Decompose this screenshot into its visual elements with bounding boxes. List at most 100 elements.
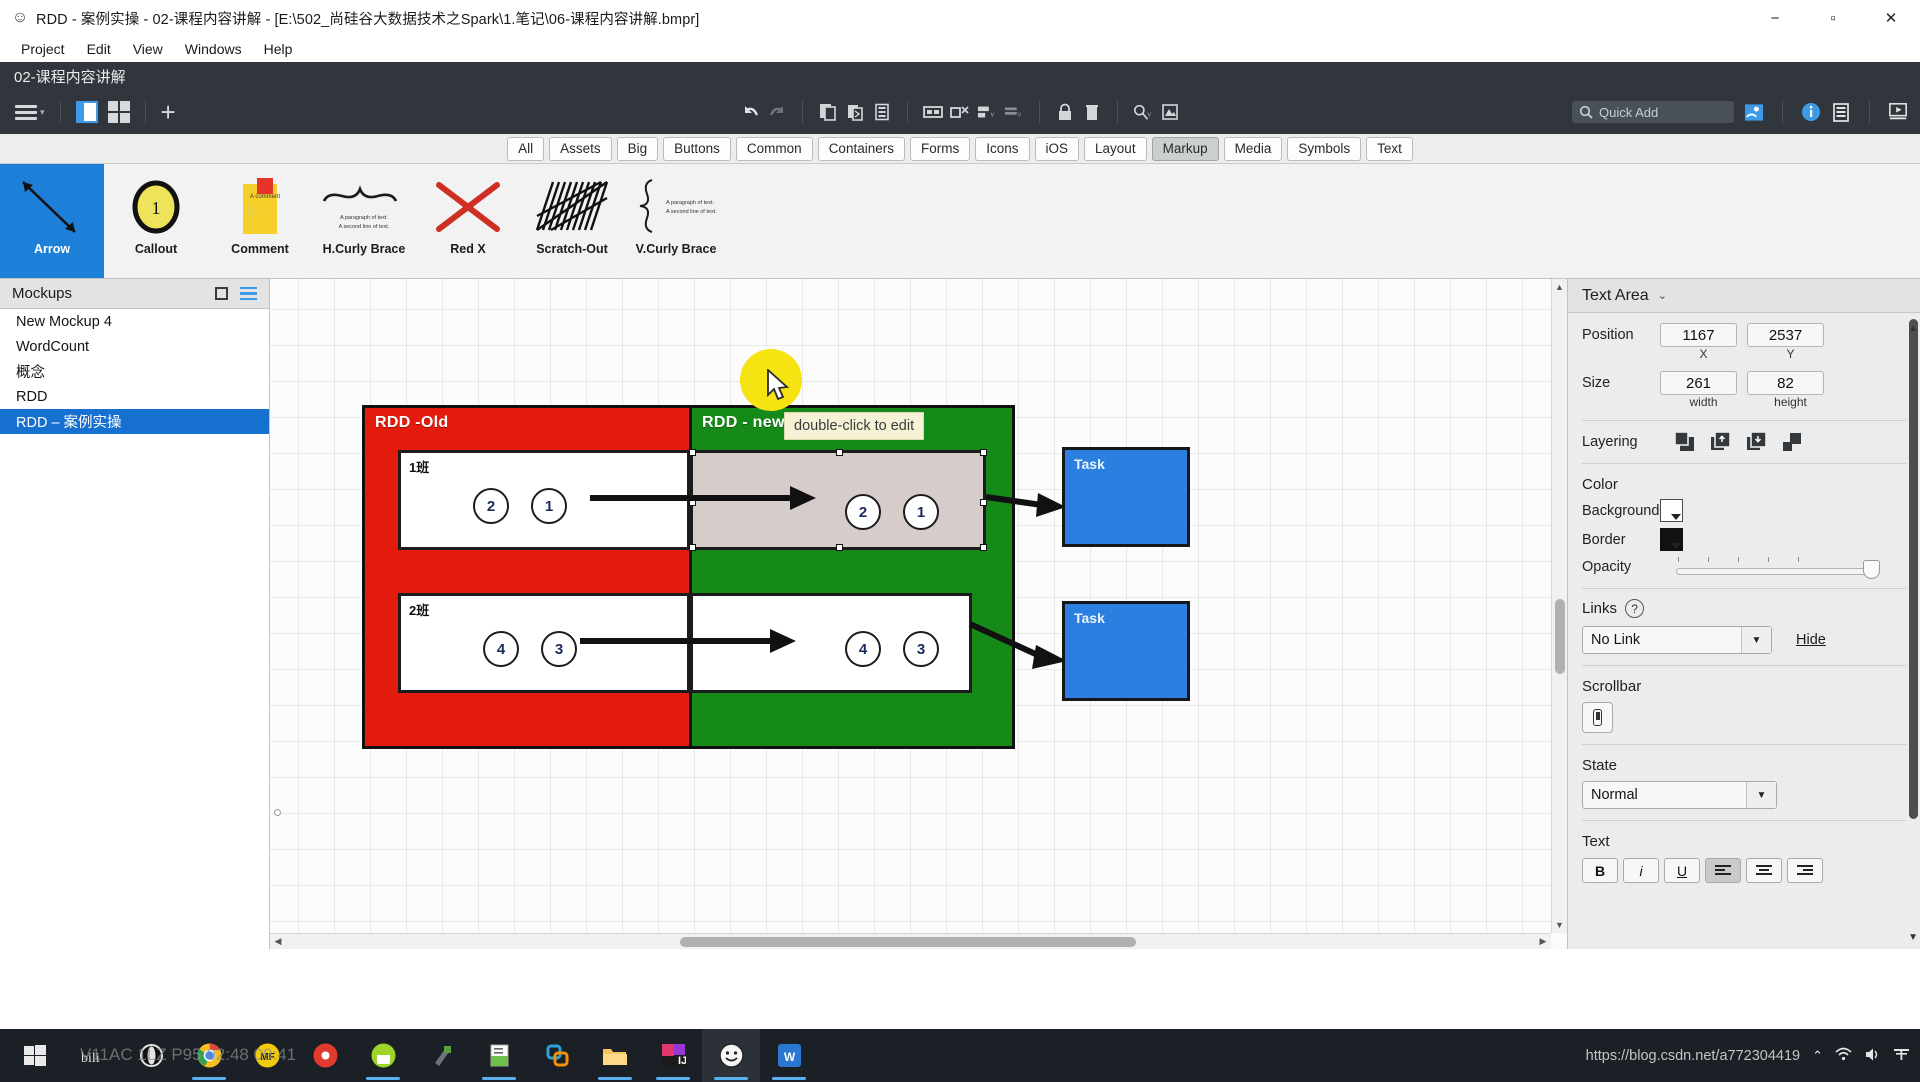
- send-to-back-icon[interactable]: [1782, 431, 1803, 452]
- account-icon[interactable]: [1744, 102, 1764, 122]
- row1-left-box[interactable]: 1班 2 1: [398, 450, 690, 550]
- list-view-icon[interactable]: [240, 286, 257, 301]
- palette-item-v-curly-brace[interactable]: A paragraph of text. A second line of te…: [624, 164, 728, 278]
- align-left-button[interactable]: [1705, 858, 1741, 883]
- present-icon[interactable]: [1888, 102, 1908, 122]
- align-icon[interactable]: v: [977, 102, 997, 122]
- taskbar-notepad-icon[interactable]: [470, 1029, 528, 1082]
- scroll-down-icon[interactable]: ▼: [1552, 917, 1567, 933]
- links-help-icon[interactable]: ?: [1625, 599, 1645, 618]
- scrollbar-toggle-button[interactable]: [1582, 702, 1613, 733]
- border-color-swatch[interactable]: [1660, 528, 1683, 551]
- state-select[interactable]: Normal ▼: [1582, 781, 1777, 809]
- resize-handle-e[interactable]: [980, 499, 987, 506]
- size-width-input[interactable]: 261: [1660, 371, 1737, 395]
- tab-symbols[interactable]: Symbols: [1287, 136, 1362, 161]
- menu-help[interactable]: Help: [253, 37, 304, 61]
- sidebar-item-new-mockup-4[interactable]: New Mockup 4: [0, 309, 269, 334]
- ime-icon[interactable]: [1893, 1047, 1910, 1065]
- opacity-slider-knob[interactable]: [1863, 560, 1880, 579]
- chevron-down-icon[interactable]: ▼: [1746, 782, 1776, 808]
- add-mockup-icon[interactable]: +: [158, 99, 179, 125]
- tab-common[interactable]: Common: [735, 136, 813, 161]
- tab-all[interactable]: All: [507, 136, 545, 161]
- volume-icon[interactable]: [1864, 1047, 1881, 1065]
- palette-item-comment[interactable]: A comment Comment: [208, 164, 312, 278]
- menu-windows[interactable]: Windows: [174, 37, 253, 61]
- tab-containers[interactable]: Containers: [817, 136, 905, 161]
- scroll-right-icon[interactable]: ▶: [1535, 936, 1551, 947]
- undo-icon[interactable]: [740, 102, 760, 122]
- resize-handle-sw[interactable]: [689, 544, 696, 551]
- opacity-slider[interactable]: [1676, 557, 1880, 579]
- row1-right-box-selected[interactable]: 2 1: [689, 449, 987, 551]
- send-backward-icon[interactable]: [1746, 431, 1767, 452]
- link-select[interactable]: No Link ▼: [1582, 626, 1772, 654]
- row2-right-box[interactable]: 4 3: [690, 593, 972, 693]
- tab-icons[interactable]: Icons: [975, 136, 1030, 161]
- minimize-button[interactable]: −: [1746, 0, 1804, 36]
- palette-item-callout[interactable]: 1 Callout: [104, 164, 208, 278]
- taskbar-tools-icon[interactable]: [412, 1029, 470, 1082]
- scroll-left-icon[interactable]: ◀: [270, 936, 286, 947]
- canvas-vertical-scrollbar[interactable]: ▲ ▼: [1551, 279, 1567, 933]
- tab-assets[interactable]: Assets: [549, 136, 612, 161]
- taskbar-pdf-icon[interactable]: [296, 1029, 354, 1082]
- taskbar-windows-start-icon[interactable]: [6, 1029, 64, 1082]
- menu-project[interactable]: Project: [10, 37, 76, 61]
- tab-media[interactable]: Media: [1223, 136, 1283, 161]
- paste-icon[interactable]: [845, 102, 865, 122]
- tab-layout[interactable]: Layout: [1084, 136, 1147, 161]
- sidebar-item-gainian[interactable]: 概念: [0, 359, 269, 384]
- palette-item-red-x[interactable]: Red X: [416, 164, 520, 278]
- row2-left-box[interactable]: 2班 4 3: [398, 593, 690, 693]
- taskbar-balsamiq-icon[interactable]: [702, 1029, 760, 1082]
- italic-button[interactable]: i: [1623, 858, 1659, 883]
- tab-big[interactable]: Big: [616, 136, 659, 161]
- bold-button[interactable]: B: [1582, 858, 1618, 883]
- sidebar-item-rdd[interactable]: RDD: [0, 384, 269, 409]
- sidebar-item-wordcount[interactable]: WordCount: [0, 334, 269, 359]
- thumbnail-toggle-icon[interactable]: [215, 287, 228, 300]
- bring-to-front-icon[interactable]: [1674, 431, 1695, 452]
- chevron-down-icon[interactable]: ⌄: [1658, 289, 1667, 302]
- panel-toggle-icon[interactable]: [73, 98, 101, 126]
- properties-scroll-thumb[interactable]: [1909, 319, 1918, 819]
- hide-link-button[interactable]: Hide: [1796, 632, 1826, 648]
- tab-text[interactable]: Text: [1366, 136, 1413, 161]
- vertical-scroll-thumb[interactable]: [1555, 599, 1565, 674]
- duplicate-icon[interactable]: [872, 102, 892, 122]
- size-height-input[interactable]: 82: [1747, 371, 1824, 395]
- task-box-2[interactable]: Task: [1062, 601, 1190, 701]
- delete-icon[interactable]: [1082, 102, 1102, 122]
- properties-scroll-down-icon[interactable]: ▼: [1908, 932, 1918, 943]
- export-icon[interactable]: [1160, 102, 1180, 122]
- lock-icon[interactable]: [1055, 102, 1075, 122]
- wifi-icon[interactable]: [1835, 1047, 1852, 1065]
- taskbar-wps-icon[interactable]: W: [760, 1029, 818, 1082]
- chevron-up-icon[interactable]: ⌃: [1812, 1048, 1823, 1064]
- grid-view-icon[interactable]: [105, 98, 133, 126]
- distribute-icon[interactable]: v: [1004, 102, 1024, 122]
- resize-handle-se[interactable]: [980, 544, 987, 551]
- align-center-button[interactable]: [1746, 858, 1782, 883]
- background-color-swatch[interactable]: [1660, 499, 1683, 522]
- chevron-down-icon[interactable]: ▼: [1741, 627, 1771, 653]
- resize-handle-n[interactable]: [836, 449, 843, 456]
- resize-handle-nw[interactable]: [689, 449, 696, 456]
- task-box-1[interactable]: Task: [1062, 447, 1190, 547]
- zoom-icon[interactable]: v: [1133, 102, 1153, 122]
- info-icon[interactable]: [1801, 102, 1821, 122]
- mockup-canvas[interactable]: RDD -Old RDD - new 1班 2 1 2 1 2班 4 3 4 3…: [270, 279, 1551, 933]
- tab-ios[interactable]: iOS: [1034, 136, 1080, 161]
- close-button[interactable]: ✕: [1862, 0, 1920, 36]
- ungroup-icon[interactable]: [950, 102, 970, 122]
- taskbar-explorer-icon[interactable]: [586, 1029, 644, 1082]
- tab-forms[interactable]: Forms: [909, 136, 971, 161]
- resize-handle-w[interactable]: [689, 499, 696, 506]
- maximize-button[interactable]: ▫: [1804, 0, 1862, 36]
- position-y-input[interactable]: 2537: [1747, 323, 1824, 347]
- palette-item-h-curly-brace[interactable]: A paragraph of text. A second line of te…: [312, 164, 416, 278]
- taskbar-android-icon[interactable]: [354, 1029, 412, 1082]
- tab-buttons[interactable]: Buttons: [663, 136, 731, 161]
